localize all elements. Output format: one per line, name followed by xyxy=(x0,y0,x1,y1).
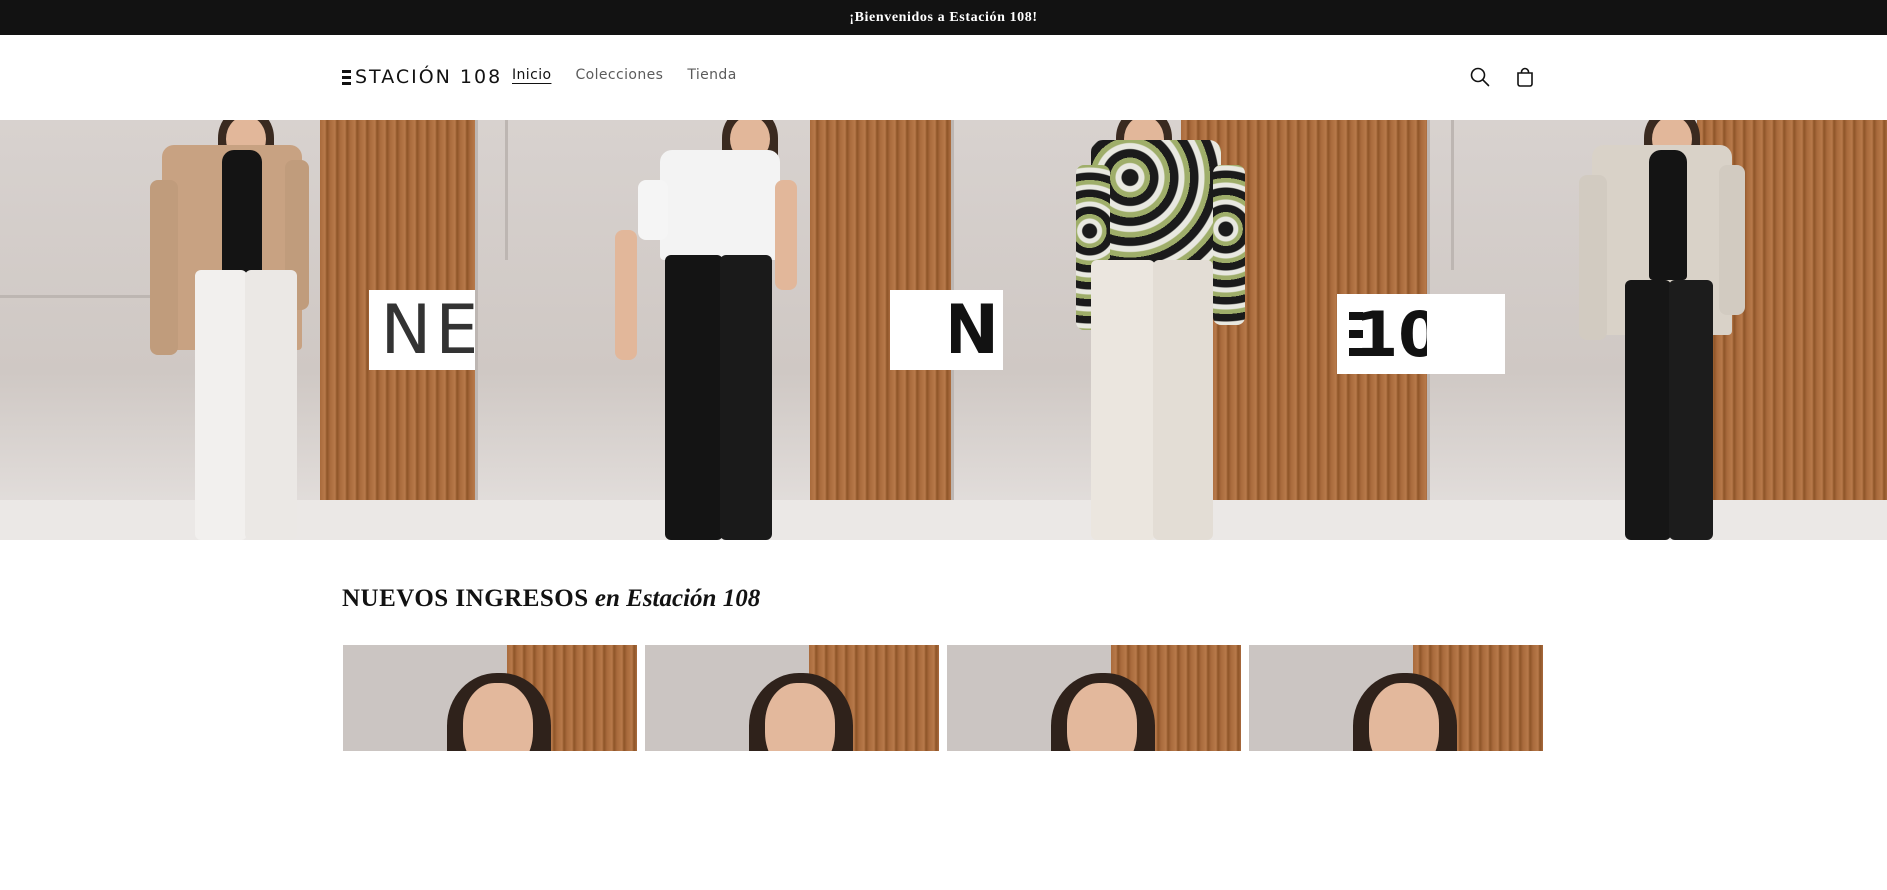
product-card[interactable] xyxy=(343,645,637,751)
hero-sign-new-text: NEW xyxy=(380,290,475,370)
section-title: NUEVOS INGRESOS en Estación 108 xyxy=(342,585,760,613)
site-logo[interactable]: STACIÓN 108 xyxy=(342,63,502,91)
hero-sign-108-text: 108 xyxy=(1355,297,1427,371)
site-header: STACIÓN 108 Inicio Colecciones Tienda xyxy=(0,35,1887,120)
main-nav: Inicio Colecciones Tienda xyxy=(512,67,737,83)
section-title-strong: NUEVOS INGRESOS xyxy=(342,585,589,612)
hero-sign-in-right: IN xyxy=(951,290,1003,370)
hero-panel-3: IN 108 xyxy=(951,120,1427,540)
search-icon[interactable] xyxy=(1466,63,1494,91)
hero-sign-e108: 108 xyxy=(1337,294,1427,374)
logo-e-mark xyxy=(342,70,351,86)
hero-panel-2 xyxy=(475,120,951,540)
product-card[interactable] xyxy=(1249,645,1543,751)
product-grid xyxy=(343,645,1543,751)
section-title-em: en Estación 108 xyxy=(594,585,761,612)
announcement-bar: ¡Bienvenidos a Estación 108! xyxy=(0,0,1887,35)
announcement-text: ¡Bienvenidos a Estación 108! xyxy=(849,9,1038,25)
hero-sign-e108-right xyxy=(1427,294,1505,374)
nav-item-tienda[interactable]: Tienda xyxy=(687,67,736,83)
nav-item-inicio[interactable]: Inicio xyxy=(512,67,551,83)
hero-panel-4 xyxy=(1427,120,1887,540)
logo-text: STACIÓN 108 xyxy=(355,66,503,88)
product-card[interactable] xyxy=(947,645,1241,751)
hero-sign-in-text: IN xyxy=(951,290,1006,370)
hero-sign-in xyxy=(890,290,951,370)
hero-banner[interactable]: NEW IN xyxy=(0,120,1887,540)
hero-sign-new: NEW xyxy=(369,290,475,370)
cart-icon[interactable] xyxy=(1511,63,1539,91)
nav-item-colecciones[interactable]: Colecciones xyxy=(575,67,663,83)
product-card[interactable] xyxy=(645,645,939,751)
hero-panel-1: NEW xyxy=(0,120,475,540)
